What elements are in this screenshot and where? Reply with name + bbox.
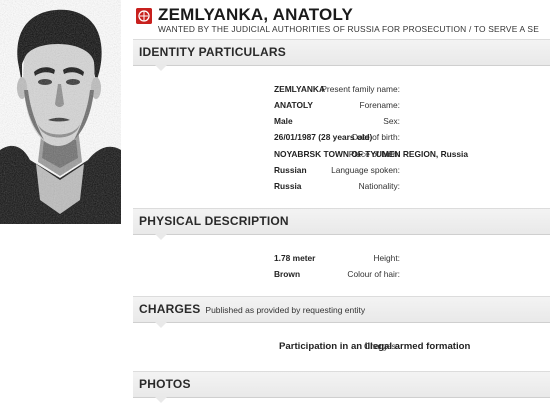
charges-title: CHARGES — [139, 302, 201, 316]
field-value: Brown — [274, 269, 301, 279]
section-notch — [155, 322, 167, 328]
field-label: Nationality: — [358, 181, 400, 191]
field-label: Height: — [373, 253, 400, 263]
field-sex: Sex: Male — [133, 116, 550, 130]
field-value: ANATOLY — [274, 100, 313, 110]
interpol-emblem-icon — [136, 8, 152, 24]
field-height: Height: 1.78 meter — [133, 253, 550, 267]
field-family-name: Present family name: ZEMLYANKA — [133, 84, 550, 98]
person-name: ZEMLYANKA, ANATOLY — [158, 5, 354, 24]
suspect-photo — [0, 0, 121, 224]
field-place-of-birth: Place of birth: NOYABRSK TOWN OF TYUMEN … — [133, 149, 550, 163]
field-value: 26/01/1987 (28 years old) — [274, 132, 373, 142]
field-value: ZEMLYANKA — [274, 84, 326, 94]
section-title: IDENTITY PARTICULARS — [139, 45, 286, 59]
notice-page: ZEMLYANKA, ANATOLY WANTED BY THE JUDICIA… — [0, 0, 550, 412]
field-value: 1.78 meter — [274, 253, 316, 263]
field-value: Male — [274, 116, 293, 126]
field-label: Colour of hair: — [347, 269, 400, 279]
field-language-spoken: Language spoken: Russian — [133, 165, 550, 179]
field-label: Present family name: — [321, 84, 400, 94]
field-label: Language spoken: — [331, 165, 400, 175]
wanted-by-text: WANTED BY THE JUDICIAL AUTHORITIES OF RU… — [158, 24, 539, 34]
field-label: Sex: — [383, 116, 400, 126]
charges-subtitle: Published as provided by requesting enti… — [205, 305, 366, 315]
field-charges: Charges: Participation in an illegal arm… — [133, 341, 550, 355]
section-photos: PHOTOS — [133, 371, 550, 403]
section-title: PHOTOS — [139, 377, 191, 391]
field-hair-colour: Colour of hair: Brown — [133, 269, 550, 283]
section-identity-particulars: IDENTITY PARTICULARS — [133, 39, 550, 71]
field-nationality: Nationality: Russia — [133, 181, 550, 195]
section-notch — [155, 397, 167, 403]
field-date-of-birth: Date of birth: 26/01/1987 (28 years old) — [133, 132, 550, 146]
field-forename: Forename: ANATOLY — [133, 100, 550, 114]
section-physical-description: PHYSICAL DESCRIPTION — [133, 208, 550, 240]
field-value: NOYABRSK TOWN OF TYUMEN REGION, Russia — [274, 149, 469, 159]
field-label: Forename: — [359, 100, 401, 110]
section-notch — [155, 234, 167, 240]
field-value: Russia — [274, 181, 302, 191]
section-charges: CHARGES Published as provided by requesti… — [133, 296, 550, 328]
section-title: CHARGES Published as provided by requesti… — [139, 302, 365, 316]
section-notch — [155, 65, 167, 71]
section-title: PHYSICAL DESCRIPTION — [139, 214, 289, 228]
field-value: Russian — [274, 165, 307, 175]
field-value: Participation in an illegal armed format… — [279, 341, 471, 352]
